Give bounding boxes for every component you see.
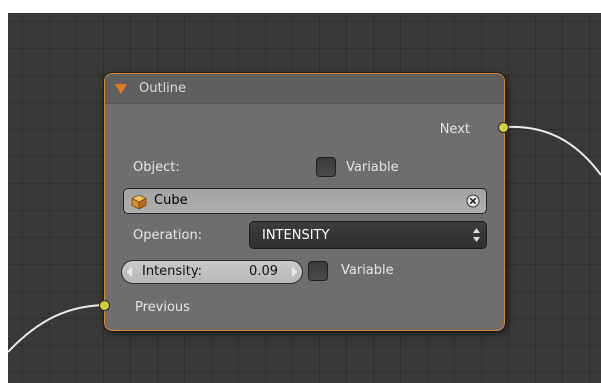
operation-select[interactable]: INTENSITY bbox=[249, 221, 487, 249]
object-value: Cube bbox=[154, 193, 188, 208]
outline-node[interactable]: Outline Next Object: Variable Cube Opera… bbox=[104, 73, 505, 331]
intensity-variable-checkbox[interactable] bbox=[308, 261, 328, 281]
collapse-triangle-icon[interactable] bbox=[115, 84, 127, 94]
input-socket-previous[interactable] bbox=[99, 300, 110, 311]
object-label: Object: bbox=[133, 160, 180, 175]
frame-left bbox=[0, 0, 8, 383]
cube-icon bbox=[131, 194, 147, 210]
operation-label: Operation: bbox=[133, 228, 203, 243]
decrement-arrow-icon[interactable] bbox=[127, 267, 132, 277]
intensity-label: Intensity: bbox=[142, 264, 203, 279]
up-down-arrows-icon bbox=[473, 228, 480, 242]
node-title: Outline bbox=[139, 81, 187, 96]
increment-arrow-icon[interactable] bbox=[292, 267, 297, 277]
output-next-label: Next bbox=[439, 122, 470, 137]
link-previous bbox=[7, 304, 105, 353]
input-previous-label: Previous bbox=[135, 300, 190, 315]
link-next bbox=[504, 125, 601, 176]
node-header[interactable]: Outline bbox=[105, 74, 504, 104]
intensity-value: 0.09 bbox=[249, 264, 278, 279]
object-variable-label: Variable bbox=[346, 160, 399, 175]
intensity-variable-label: Variable bbox=[341, 263, 394, 278]
intensity-number-field[interactable]: Intensity: 0.09 bbox=[121, 260, 303, 284]
output-socket-next[interactable] bbox=[498, 122, 509, 133]
clear-x-icon[interactable] bbox=[466, 194, 480, 208]
object-variable-checkbox[interactable] bbox=[316, 157, 336, 177]
operation-value: INTENSITY bbox=[262, 228, 330, 243]
frame-top bbox=[0, 0, 601, 13]
object-field[interactable]: Cube bbox=[123, 188, 487, 214]
